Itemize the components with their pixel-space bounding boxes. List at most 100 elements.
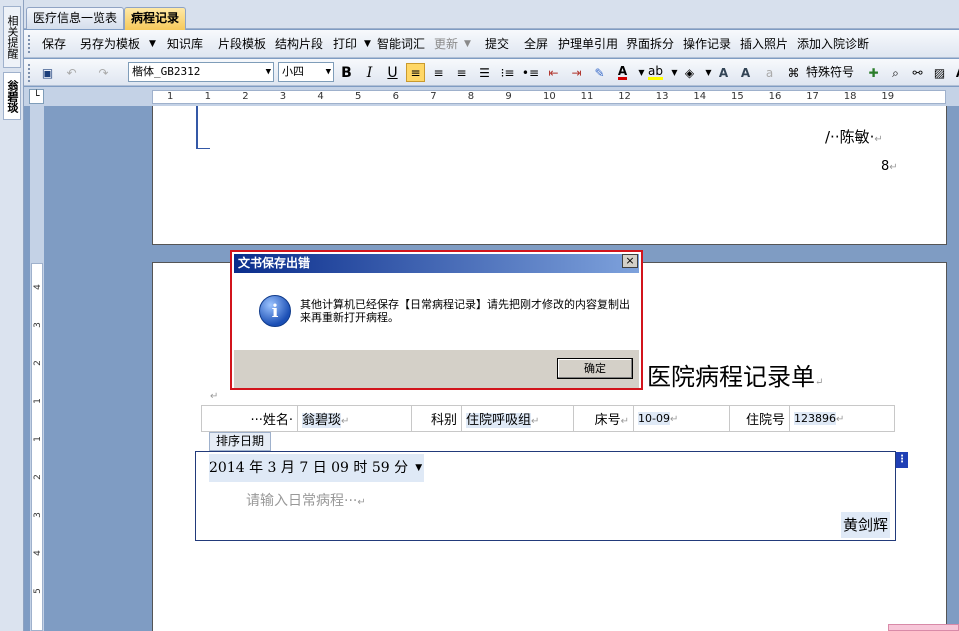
font-color-icon[interactable]: A: [613, 63, 632, 82]
split-view-button[interactable]: 界面拆分: [626, 35, 674, 53]
align-right-icon[interactable]: ≡: [452, 63, 471, 82]
increase-indent-icon[interactable]: ⇥: [567, 63, 586, 82]
change-case-icon[interactable]: a: [760, 63, 779, 82]
insert-note-icon[interactable]: ✚: [864, 63, 883, 82]
dept-cell: 住院呼吸组↵: [461, 405, 574, 432]
ruler-number: 15: [731, 91, 744, 102]
decrease-indent-icon[interactable]: ⇤: [544, 63, 563, 82]
special-symbol-icon[interactable]: ⌘: [784, 63, 803, 82]
bold-icon[interactable]: B: [337, 63, 356, 82]
align-left-icon[interactable]: ≡: [406, 63, 425, 82]
ruler-number: 7: [430, 91, 437, 102]
ruler-number: 4: [317, 91, 324, 102]
font-name-value: 楷体_GB2312: [132, 65, 201, 78]
numbered-list-icon[interactable]: ⁝≡: [498, 63, 517, 82]
ruler-number: 4: [33, 550, 43, 556]
vertical-ruler[interactable]: 4 3 2 1 1 2 3 4 5: [31, 263, 43, 631]
insert-photo-button[interactable]: 插入照片: [740, 35, 788, 53]
ruler-number: 1: [33, 398, 43, 404]
add-admission-diagnosis-button[interactable]: 添加入院诊断: [797, 35, 869, 53]
dept-field[interactable]: 住院呼吸组: [466, 413, 532, 428]
reminder-tab[interactable]: 相关提醒: [3, 6, 21, 68]
prev-page-number: 8↵: [881, 159, 898, 174]
special-symbol-button[interactable]: 特殊符号: [806, 63, 854, 81]
font-name-select[interactable]: 楷体_GB2312 ▼: [128, 62, 274, 82]
save-as-template-dropdown-icon[interactable]: ▼: [149, 35, 156, 53]
image-icon[interactable]: ▨: [930, 63, 949, 82]
justify-icon[interactable]: ☰: [475, 63, 494, 82]
align-center-icon[interactable]: ≡: [429, 63, 448, 82]
ruler-number: 1: [167, 91, 174, 102]
font-size-value: 小四: [282, 65, 304, 78]
sort-date-tab[interactable]: 排序日期: [209, 432, 272, 451]
chevron-down-icon: ▼: [325, 67, 331, 77]
underline-icon[interactable]: U: [383, 63, 402, 82]
smart-words-button[interactable]: 智能词汇: [377, 35, 425, 53]
prev-signature: /··陈敏·↵: [825, 128, 883, 146]
ok-button[interactable]: 确定: [557, 358, 633, 379]
ruler-number: 1: [33, 436, 43, 442]
font-size-select[interactable]: 小四 ▼: [278, 62, 334, 82]
redo-icon[interactable]: ↷: [94, 63, 113, 82]
search-icon[interactable]: ⌕: [886, 63, 905, 82]
structured-fragment-button[interactable]: 结构片段: [275, 35, 323, 53]
corner-notification[interactable]: [888, 624, 959, 631]
ruler-number: 5: [355, 91, 362, 102]
ruler-number: 16: [768, 91, 782, 102]
operation-log-button[interactable]: 操作记录: [683, 35, 731, 53]
save-icon[interactable]: ▣: [38, 63, 57, 82]
close-icon[interactable]: ×: [622, 254, 638, 268]
tab-medical-info[interactable]: 医疗信息一览表: [26, 7, 125, 29]
name-cell: 翁碧琰↵: [297, 405, 412, 432]
date-picker[interactable]: 2014 年 3 月 7 日 09 时 59 分 ▼: [209, 454, 425, 482]
admission-number-field[interactable]: 123896: [794, 412, 836, 425]
nursing-reference-button[interactable]: 护理单引用: [558, 35, 618, 53]
progress-note-input[interactable]: 请输入日常病程···↵: [246, 490, 366, 510]
grow-font-icon[interactable]: A: [714, 63, 733, 82]
italic-icon[interactable]: I: [360, 63, 379, 82]
chevron-down-icon: ▼: [265, 67, 271, 77]
doctor-signature[interactable]: 黄剑辉: [841, 512, 891, 538]
chevron-down-icon[interactable]: ▼: [415, 454, 422, 482]
save-as-template-button[interactable]: 另存为模板: [80, 35, 140, 53]
progress-note-block[interactable]: 2014 年 3 月 7 日 09 时 59 分 ▼ 请输入日常病程···↵ 黄剑…: [195, 451, 908, 541]
ruler-number: 8: [467, 91, 475, 102]
undo-icon[interactable]: ↶: [62, 63, 81, 82]
ruler-number: 10: [543, 91, 556, 102]
find-binoculars-icon[interactable]: ⚯: [908, 63, 927, 82]
margin-marker: [196, 148, 210, 149]
print-dropdown-icon[interactable]: ▼: [364, 35, 371, 53]
bed-label: 床号↵: [573, 405, 634, 432]
highlight-icon[interactable]: ab: [646, 63, 665, 82]
name-field[interactable]: 翁碧琰: [302, 413, 342, 428]
update-button[interactable]: 更新: [434, 35, 458, 53]
submit-button[interactable]: 提交: [485, 35, 509, 53]
print-button[interactable]: 打印: [333, 35, 357, 53]
tab-stop-selector[interactable]: └: [29, 89, 44, 104]
update-dropdown-icon[interactable]: ▼: [464, 35, 471, 53]
format-painter-icon[interactable]: ✎: [590, 63, 609, 82]
knowledge-base-button[interactable]: 知识库: [167, 35, 203, 53]
bed-field[interactable]: 10-09: [638, 412, 670, 425]
horizontal-ruler[interactable]: 1 1 2 3 4 5 6 7 8 9 10 11 12 13 14 15 16 17 18 19: [152, 90, 946, 104]
shading-icon[interactable]: ◈: [680, 63, 699, 82]
paragraph-mark: ↵: [210, 391, 219, 402]
name-label: ···姓名·: [201, 405, 298, 432]
clear-format-icon[interactable]: A: [736, 63, 755, 82]
save-error-dialog: 文书保存出错 × i 其他计算机已经保存【日常病程记录】请先把刚才修改的内容复制…: [230, 250, 643, 390]
ruler-number: 4: [33, 284, 43, 290]
bullet-list-icon[interactable]: •≡: [521, 63, 540, 82]
dialog-message: 其他计算机已经保存【日常病程记录】请先把刚才修改的内容复制出来再重新打开病程。: [300, 298, 630, 324]
tab-progress-record[interactable]: 病程记录: [124, 7, 187, 30]
patient-tab[interactable]: 翁碧琰: [3, 72, 21, 120]
fragment-template-button[interactable]: 片段模板: [218, 35, 266, 53]
block-handle-icon[interactable]: ⋮: [896, 452, 908, 468]
margin-marker: [196, 106, 198, 149]
fullscreen-button[interactable]: 全屏: [524, 35, 548, 53]
ruler-number: 17: [806, 91, 819, 102]
font-size-icon[interactable]: A: [951, 63, 959, 82]
save-button[interactable]: 保存: [42, 35, 66, 53]
ruler-number: 6: [392, 91, 399, 102]
previous-page: /··陈敏·↵ 8↵: [152, 106, 947, 245]
ruler-number: 9: [505, 91, 512, 102]
